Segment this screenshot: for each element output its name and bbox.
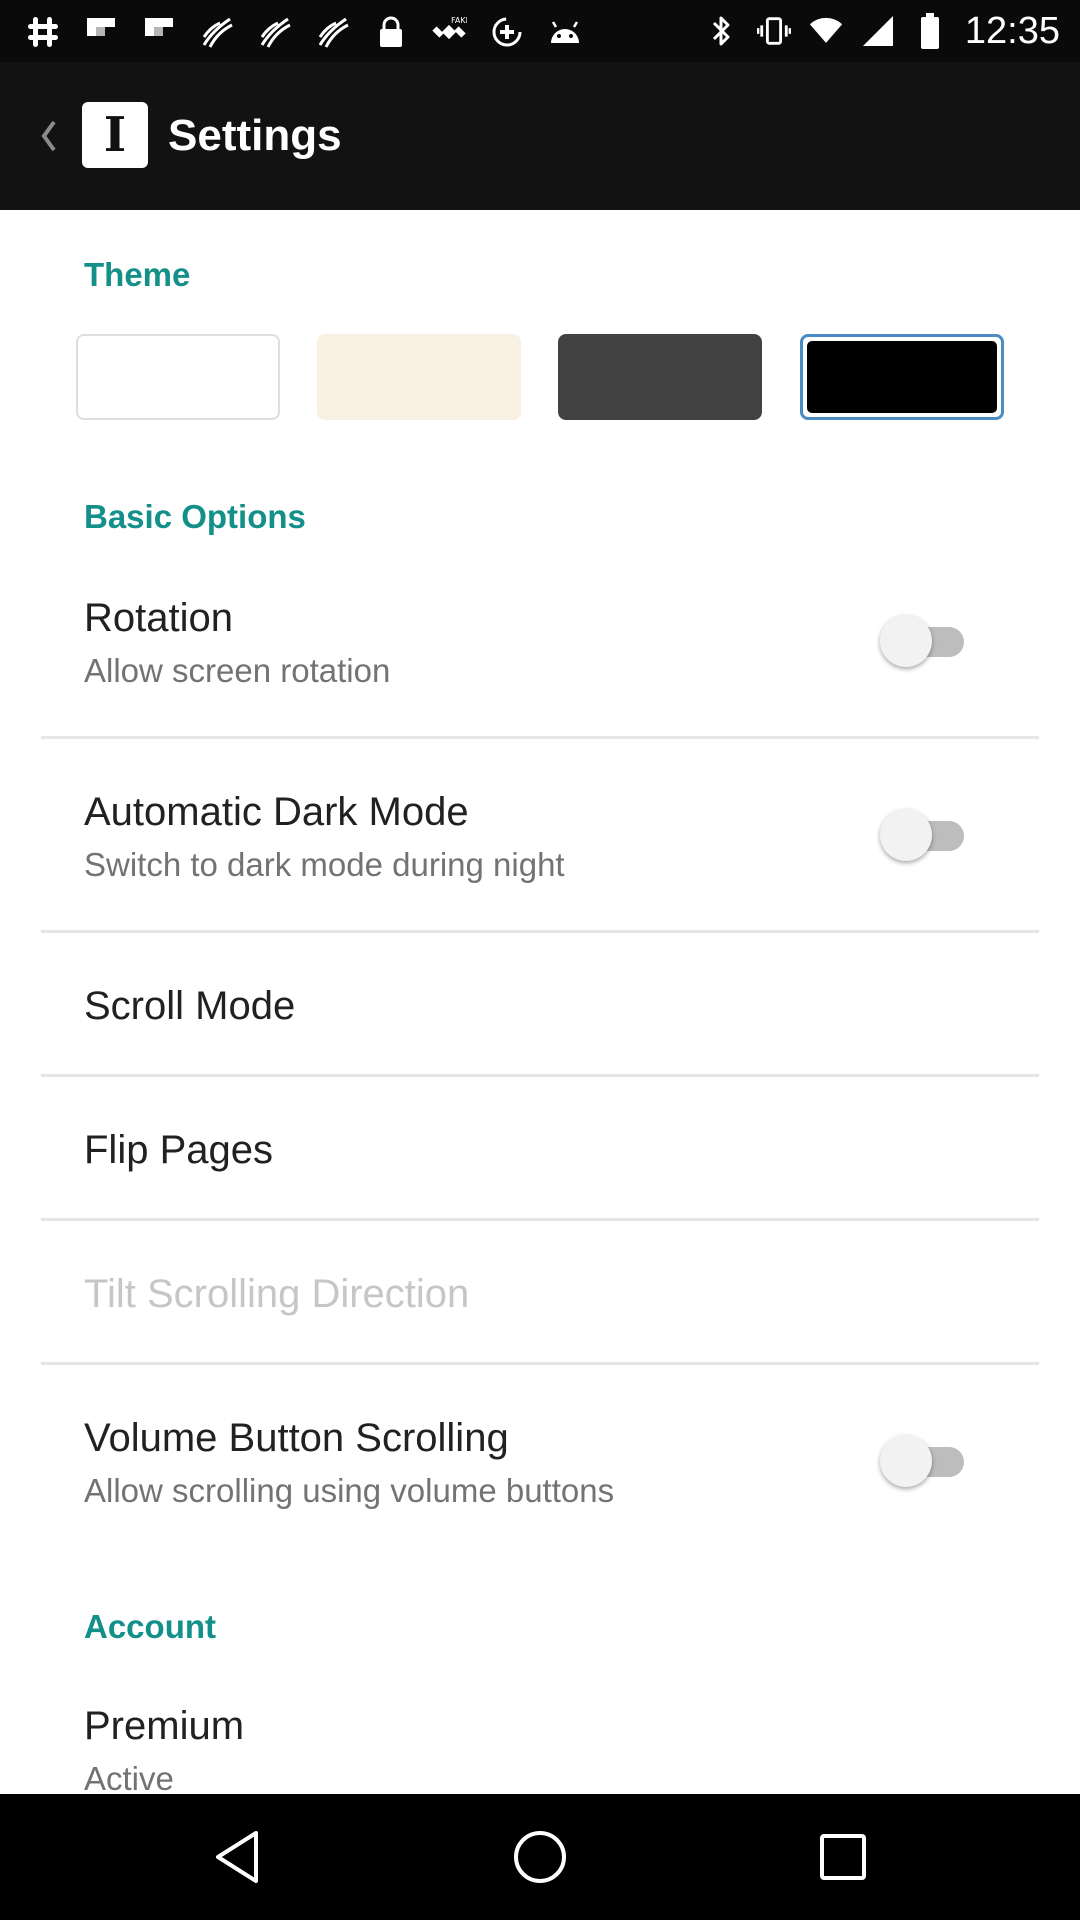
fake-gps-icon: FAKE — [430, 13, 468, 51]
setting-subtitle: Allow scrolling using volume buttons — [84, 1472, 615, 1509]
signal-icon — [861, 12, 895, 50]
toggle-thumb — [880, 615, 932, 667]
theme-swatch-dark[interactable] — [558, 334, 762, 420]
setting-row-tilt-scrolling-direction: Tilt Scrolling Direction — [0, 1262, 1080, 1358]
system-status-icons: 12:35 — [705, 10, 1060, 52]
setting-title: Premium — [84, 1704, 245, 1748]
setting-title: Volume Button Scrolling — [84, 1416, 509, 1460]
back-button[interactable] — [30, 110, 70, 162]
divider — [41, 1218, 1039, 1221]
divider — [41, 930, 1039, 933]
setting-row-scroll-mode[interactable]: Scroll Mode — [0, 974, 1080, 1070]
setting-title: Automatic Dark Mode — [84, 790, 469, 834]
toggle-thumb — [880, 809, 932, 861]
setting-row-volume-button-scrolling[interactable]: Volume Button Scrolling Allow scrolling … — [0, 1406, 1080, 1554]
notification-icons: FAKE — [24, 12, 584, 52]
setting-subtitle: Active — [84, 1760, 174, 1794]
toggle-thumb — [880, 1435, 932, 1487]
theme-swatch-sepia[interactable] — [317, 334, 521, 420]
flipboard-icon — [82, 13, 120, 51]
rotation-toggle[interactable] — [880, 615, 970, 667]
basic-options-section-header: Basic Options — [84, 498, 306, 535]
divider — [41, 1074, 1039, 1077]
account-section-header: Account — [84, 1608, 216, 1645]
theme-swatch-black[interactable] — [800, 334, 1004, 420]
nav-home-button[interactable] — [505, 1822, 575, 1892]
volume-button-scrolling-toggle[interactable] — [880, 1435, 970, 1487]
vibrate-icon — [756, 12, 791, 50]
status-time: 12:35 — [964, 9, 1060, 52]
setting-row-rotation[interactable]: Rotation Allow screen rotation — [0, 586, 1080, 734]
slack-icon — [24, 13, 62, 51]
recents-square-icon — [820, 1834, 866, 1880]
app-toolbar: I Settings — [0, 62, 1080, 210]
rss-feed-icon — [314, 13, 352, 51]
nav-recents-button[interactable] — [808, 1822, 878, 1892]
app-logo-letter: I — [103, 107, 127, 163]
rss-feed-icon — [256, 13, 294, 51]
system-navigation-bar — [0, 1794, 1080, 1920]
home-circle-icon — [514, 1831, 566, 1883]
setting-row-flip-pages[interactable]: Flip Pages — [0, 1118, 1080, 1214]
setting-subtitle: Switch to dark mode during night — [84, 846, 565, 883]
nav-back-button[interactable] — [202, 1822, 272, 1892]
setting-row-premium[interactable]: Premium Active — [0, 1694, 1080, 1794]
svg-text:FAKE: FAKE — [451, 16, 467, 25]
bluetooth-icon — [705, 12, 739, 50]
app-logo: I — [82, 102, 148, 168]
theme-swatch-black-fill — [807, 341, 997, 413]
flipboard-icon — [140, 13, 178, 51]
theme-swatch-white[interactable] — [76, 334, 280, 420]
lock-icon — [372, 13, 410, 51]
divider — [41, 736, 1039, 739]
setting-title: Scroll Mode — [84, 984, 296, 1028]
theme-section-header: Theme — [84, 256, 191, 293]
back-triangle-icon — [216, 1831, 258, 1883]
divider — [41, 1362, 1039, 1365]
page-title: Settings — [168, 111, 342, 160]
android-icon — [546, 13, 584, 51]
automatic-dark-mode-toggle[interactable] — [880, 809, 970, 861]
data-saver-icon — [488, 13, 526, 51]
wifi-icon — [809, 12, 843, 50]
chevron-left-icon — [41, 120, 56, 152]
setting-title: Flip Pages — [84, 1128, 273, 1172]
setting-title: Tilt Scrolling Direction — [84, 1272, 470, 1316]
rss-feed-icon — [198, 13, 236, 51]
setting-row-automatic-dark-mode[interactable]: Automatic Dark Mode Switch to dark mode … — [0, 780, 1080, 928]
battery-icon — [913, 12, 947, 50]
setting-subtitle: Allow screen rotation — [84, 652, 391, 689]
setting-title: Rotation — [84, 596, 233, 640]
status-bar: FAKE 12:35 — [0, 0, 1080, 62]
